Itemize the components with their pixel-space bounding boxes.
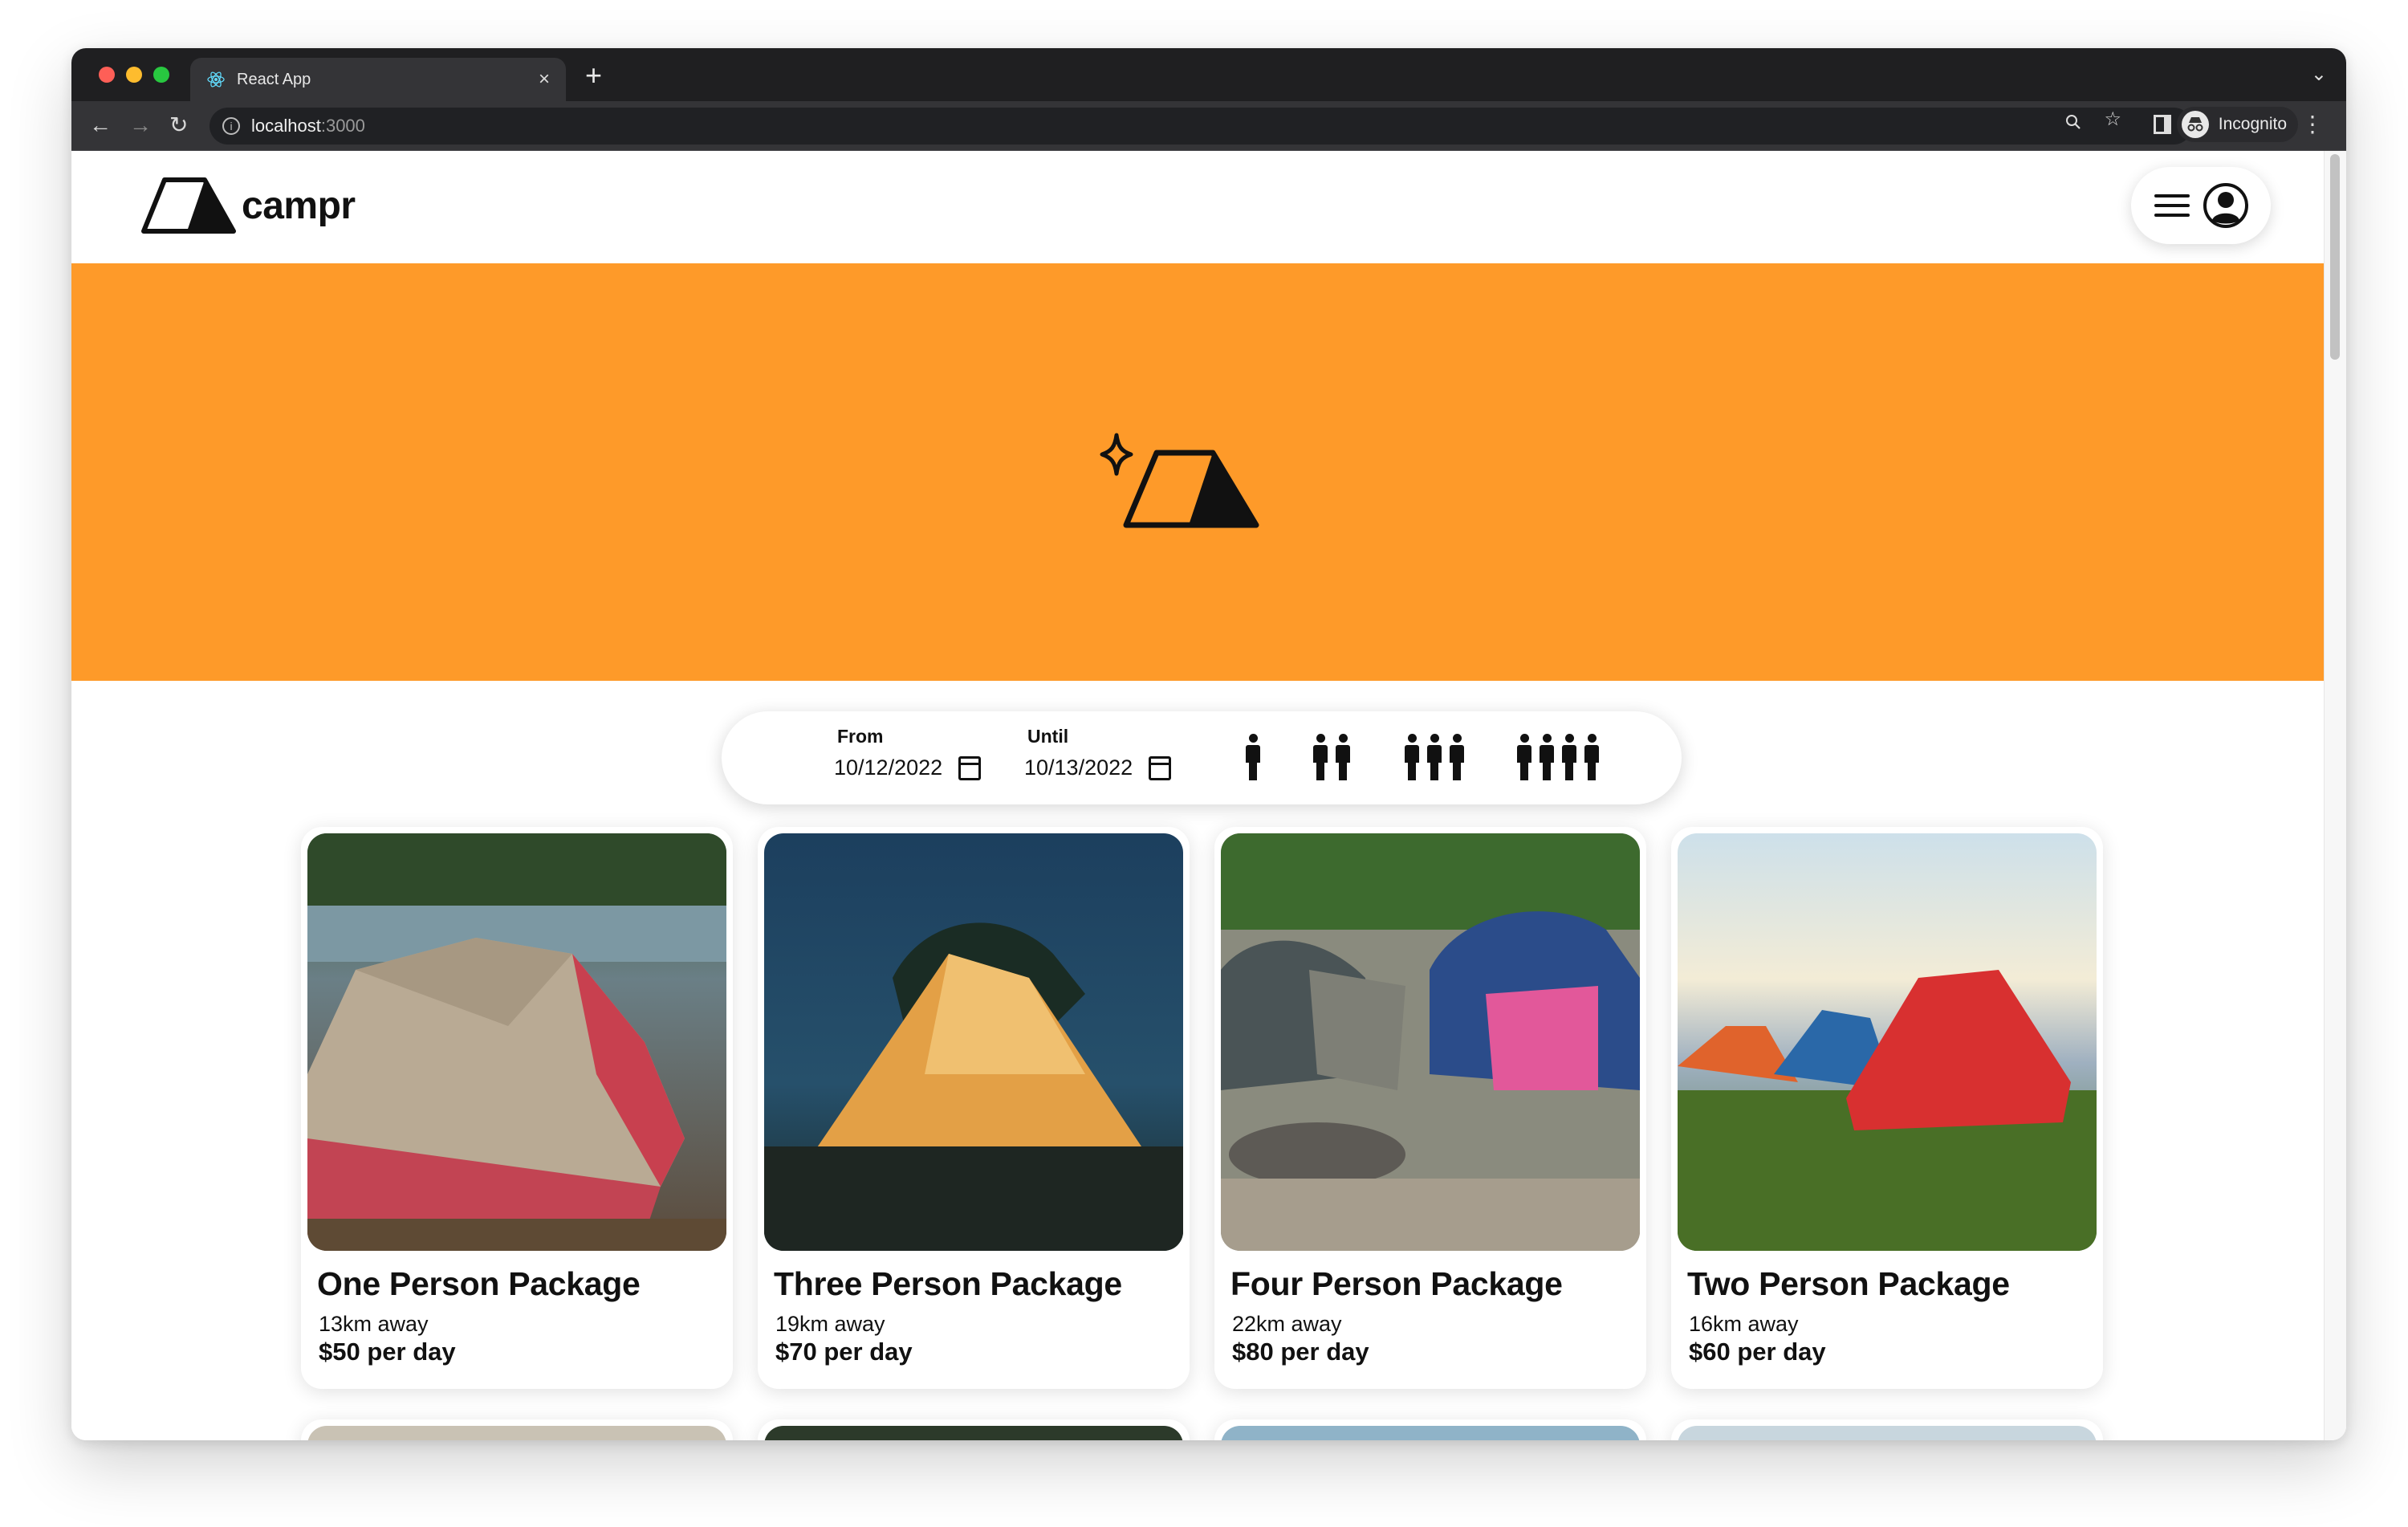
- browser-menu-icon[interactable]: ⋮: [2301, 111, 2324, 138]
- package-photo: [764, 833, 1183, 1251]
- package-card[interactable]: [1214, 1419, 1646, 1440]
- package-photo: [1221, 833, 1640, 1251]
- package-photo: [764, 1426, 1183, 1440]
- person-icon: [1539, 734, 1555, 782]
- forward-arrow-icon[interactable]: →: [129, 112, 152, 139]
- person-icon: [1312, 734, 1328, 782]
- incognito-icon: [2181, 111, 2209, 138]
- party-size-2-button[interactable]: [1312, 734, 1351, 782]
- reload-icon[interactable]: ↻: [169, 112, 188, 139]
- calendar-icon[interactable]: [958, 755, 982, 780]
- new-tab-button[interactable]: +: [585, 59, 602, 92]
- package-title: One Person Package: [317, 1265, 641, 1302]
- until-date-value[interactable]: 10/13/2022: [1024, 755, 1133, 780]
- browser-window: React App × + ⌄ ← → ↻ i localhost :3000 …: [71, 48, 2346, 1440]
- site-header: campr: [71, 151, 2324, 263]
- package-card[interactable]: Two Person Package 16km away $60 per day: [1671, 827, 2103, 1389]
- package-price: $70 per day: [775, 1338, 913, 1366]
- page-viewport: campr From 10/12/2022 Until 10/13/2022 O…: [71, 151, 2346, 1440]
- bookmark-star-icon[interactable]: ☆: [2104, 108, 2121, 132]
- package-photo: [1678, 833, 2097, 1251]
- tab-search-chevron-icon[interactable]: ⌄: [2311, 63, 2327, 86]
- package-photo: [307, 1426, 726, 1440]
- person-icon: [1516, 734, 1532, 782]
- package-card[interactable]: [1671, 1419, 2103, 1440]
- address-bar-actions: ☆: [2064, 108, 2121, 132]
- profile-label: Incognito: [2218, 115, 2287, 133]
- package-card[interactable]: [758, 1419, 1190, 1440]
- zoom-icon[interactable]: [2064, 112, 2083, 132]
- scrollbar-thumb[interactable]: [2330, 154, 2340, 360]
- from-label: From: [837, 726, 884, 747]
- browser-tab-active[interactable]: React App ×: [190, 58, 566, 101]
- person-icon: [1561, 734, 1577, 782]
- browser-toolbar: ← → ↻ i localhost :3000 ☆ Incognito ⋮: [71, 101, 2346, 151]
- brand-name: campr: [242, 184, 356, 227]
- calendar-icon[interactable]: [1149, 755, 1172, 780]
- search-filter-bar: From 10/12/2022 Until 10/13/2022: [722, 711, 1682, 804]
- react-icon: [207, 71, 225, 88]
- incognito-profile-button[interactable]: Incognito: [2176, 107, 2298, 142]
- person-icon: [1449, 734, 1465, 782]
- tab-title: React App: [237, 70, 311, 88]
- package-photo: [307, 833, 726, 1251]
- party-size-4-button[interactable]: [1516, 734, 1600, 782]
- maximize-window-button[interactable]: [153, 67, 169, 83]
- tent-logo-icon: [141, 177, 236, 234]
- until-label: Until: [1027, 726, 1069, 747]
- hamburger-menu-icon: [2154, 194, 2190, 217]
- user-avatar-icon: [2203, 183, 2248, 228]
- side-panel-icon[interactable]: [2154, 115, 2171, 134]
- site-info-icon[interactable]: i: [222, 117, 240, 135]
- package-title: Four Person Package: [1230, 1265, 1563, 1302]
- package-price: $50 per day: [319, 1338, 456, 1366]
- package-photo: [1221, 1426, 1640, 1440]
- address-bar[interactable]: i localhost :3000: [209, 108, 2192, 145]
- party-size-1-button[interactable]: [1245, 734, 1261, 782]
- minimize-window-button[interactable]: [126, 67, 142, 83]
- package-card[interactable]: One Person Package 13km away $50 per day: [301, 827, 733, 1389]
- package-distance: 16km away: [1689, 1312, 1799, 1336]
- until-date-field[interactable]: Until 10/13/2022: [1024, 726, 1172, 780]
- package-card[interactable]: Three Person Package 19km away $70 per d…: [758, 827, 1190, 1389]
- back-arrow-icon[interactable]: ←: [89, 112, 112, 139]
- from-date-value[interactable]: 10/12/2022: [834, 755, 942, 780]
- campr-logo[interactable]: campr: [140, 175, 356, 236]
- package-distance: 22km away: [1232, 1312, 1342, 1336]
- party-size-3-button[interactable]: [1404, 734, 1465, 782]
- person-icon: [1335, 734, 1351, 782]
- person-icon: [1245, 734, 1261, 782]
- from-date-field[interactable]: From 10/12/2022: [834, 726, 982, 780]
- browser-titlebar: React App × + ⌄: [71, 48, 2346, 101]
- window-controls: [99, 67, 169, 83]
- package-distance: 19km away: [775, 1312, 885, 1336]
- person-icon: [1404, 734, 1420, 782]
- url-port: :3000: [320, 116, 365, 136]
- package-photo: [1678, 1426, 2097, 1440]
- close-window-button[interactable]: [99, 67, 115, 83]
- package-card[interactable]: [301, 1419, 733, 1440]
- hero-banner: [71, 263, 2324, 681]
- package-title: Two Person Package: [1687, 1265, 2010, 1302]
- page-scrollbar[interactable]: [2324, 151, 2346, 1440]
- tab-close-icon[interactable]: ×: [539, 68, 550, 91]
- url-host: localhost: [251, 116, 321, 136]
- person-icon: [1584, 734, 1600, 782]
- package-price: $80 per day: [1232, 1338, 1369, 1366]
- package-card[interactable]: Four Person Package 22km away $80 per da…: [1214, 827, 1646, 1389]
- sparkle-tent-icon: [1100, 433, 1259, 528]
- package-price: $60 per day: [1689, 1338, 1826, 1366]
- person-icon: [1426, 734, 1442, 782]
- package-distance: 13km away: [319, 1312, 429, 1336]
- package-title: Three Person Package: [774, 1265, 1122, 1302]
- user-menu-button[interactable]: [2131, 167, 2271, 244]
